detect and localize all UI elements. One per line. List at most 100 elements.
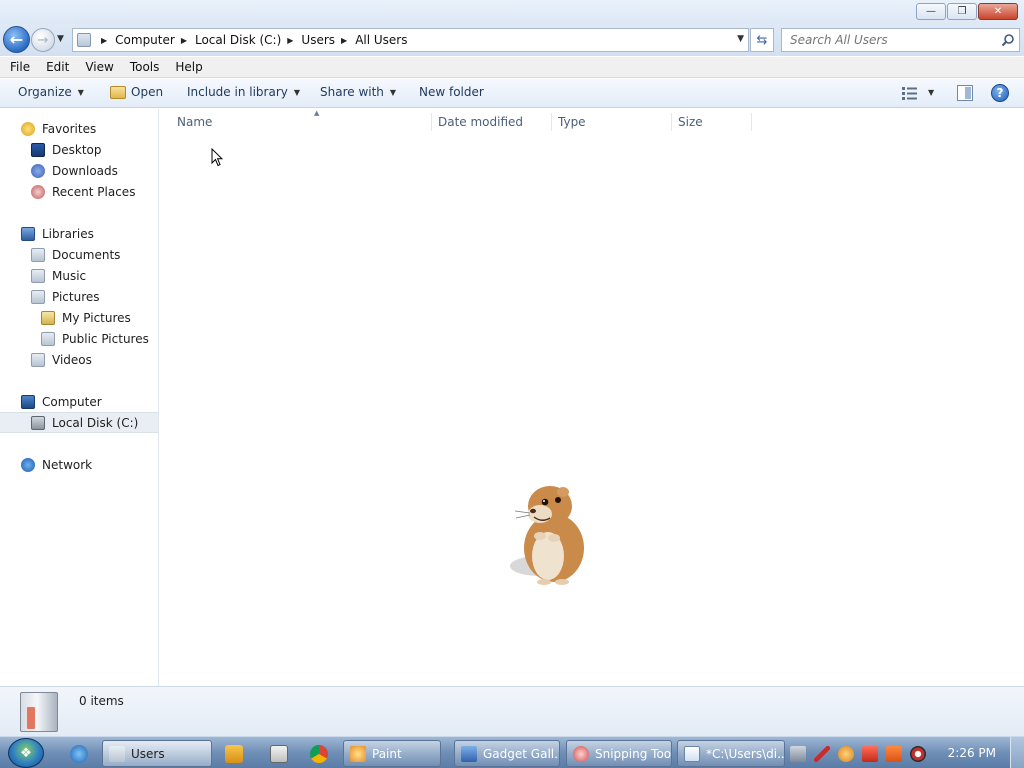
menu-edit[interactable]: Edit — [40, 60, 75, 74]
close-button[interactable]: ✕ — [978, 3, 1018, 20]
taskbar-users[interactable]: Users — [102, 740, 212, 767]
tray-volume-icon[interactable] — [910, 745, 926, 762]
open-button[interactable]: Open — [110, 85, 163, 99]
column-header-name[interactable]: Name ▲ — [177, 109, 432, 131]
taskbar-label: Paint — [372, 746, 402, 761]
videos-icon — [31, 352, 45, 367]
forward-button[interactable]: → — [31, 28, 55, 52]
menu-file[interactable]: File — [4, 60, 36, 74]
chevron-right-icon[interactable]: ▶ — [101, 36, 107, 45]
nav-label: Downloads — [52, 163, 118, 178]
show-desktop-button[interactable] — [1010, 737, 1024, 768]
nav-label: Desktop — [52, 142, 102, 157]
chevron-right-icon[interactable]: ▶ — [181, 36, 187, 45]
desktop-icon — [31, 142, 45, 157]
preview-pane-icon[interactable] — [957, 85, 973, 101]
minimize-button[interactable]: — — [916, 3, 946, 20]
chevron-right-icon[interactable]: ▶ — [341, 36, 347, 45]
nav-local-disk[interactable]: Local Disk (C:) — [0, 412, 158, 433]
menu-help[interactable]: Help — [169, 60, 208, 74]
folder-icon — [109, 745, 125, 762]
nav-favorites[interactable]: Favorites — [0, 118, 158, 139]
nav-label: Music — [52, 268, 87, 283]
nav-downloads[interactable]: Downloads — [0, 160, 158, 181]
nav-label: My Pictures — [62, 310, 131, 325]
nav-my-pictures[interactable]: My Pictures — [0, 307, 158, 328]
folder-icon — [77, 33, 91, 47]
nav-libraries[interactable]: Libraries — [0, 223, 158, 244]
nav-network[interactable]: Network — [0, 454, 158, 475]
tray-app-icon[interactable] — [790, 745, 806, 762]
breadcrumb-users[interactable]: Users — [301, 33, 335, 47]
refresh-icon: ⇆ — [756, 32, 768, 48]
breadcrumb-computer[interactable]: Computer — [115, 33, 175, 47]
taskbar-clock[interactable]: 2:26 PM — [948, 746, 996, 760]
music-icon — [31, 268, 45, 283]
hamster-gadget-image[interactable] — [500, 480, 592, 588]
taskbar-gadget-gallery[interactable]: Gadget Gall... — [454, 740, 560, 767]
column-header-size[interactable]: Size — [678, 113, 752, 131]
taskbar-label: Snipping Tool — [595, 746, 672, 761]
menu-view[interactable]: View — [79, 60, 119, 74]
downloads-icon — [31, 163, 45, 178]
chevron-down-icon: ▼ — [389, 87, 397, 97]
tray-check-icon[interactable] — [814, 745, 830, 762]
menu-tools[interactable]: Tools — [124, 60, 166, 74]
nav-public-pictures[interactable]: Public Pictures — [0, 328, 158, 349]
item-count: 0 items — [79, 694, 124, 708]
taskbar-label: *C:\Users\di... — [706, 746, 785, 761]
new-folder-button[interactable]: New folder — [419, 85, 484, 99]
breadcrumb-all-users[interactable]: All Users — [355, 33, 407, 47]
organize-button[interactable]: Organize ▼ — [18, 85, 84, 99]
search-icon[interactable] — [1001, 33, 1015, 47]
computer-icon — [21, 394, 35, 409]
view-options-dropdown-icon[interactable]: ▼ — [928, 88, 934, 97]
nav-computer[interactable]: Computer — [0, 391, 158, 412]
breadcrumb-local-disk[interactable]: Local Disk (C:) — [195, 33, 281, 47]
nav-label: Computer — [42, 394, 102, 409]
include-in-library-button[interactable]: Include in library ▼ — [187, 85, 300, 99]
taskbar-paint[interactable]: Paint — [343, 740, 441, 767]
search-box[interactable] — [781, 28, 1020, 52]
taskbar-notepad[interactable]: *C:\Users\di... — [677, 740, 785, 767]
nav-label: Recent Places — [52, 184, 136, 199]
start-button[interactable]: ❖ — [8, 738, 44, 768]
nav-documents[interactable]: Documents — [0, 244, 158, 265]
recent-pages-dropdown[interactable]: ▼ — [57, 34, 64, 44]
menu-bar: File Edit View Tools Help — [0, 57, 1024, 78]
address-row: ← → ▼ ▶ Computer ▶ Local Disk (C:) ▶ Use… — [0, 24, 1024, 56]
chrome-icon[interactable] — [310, 745, 328, 763]
nav-recent-places[interactable]: Recent Places — [0, 181, 158, 202]
windows-logo-icon: ❖ — [20, 745, 32, 761]
share-with-button[interactable]: Share with ▼ — [320, 85, 396, 99]
column-header-date-modified[interactable]: Date modified — [438, 113, 552, 131]
refresh-button[interactable]: ⇆ — [750, 28, 774, 52]
tray-flag-icon[interactable] — [862, 745, 878, 762]
back-button[interactable]: ← — [3, 26, 30, 53]
column-header-type[interactable]: Type — [558, 113, 672, 131]
address-dropdown-icon[interactable]: ▼ — [737, 34, 744, 44]
navigation-pane: Favorites Desktop Downloads Recent Place… — [0, 109, 159, 686]
column-header-label: Name — [177, 115, 213, 129]
window-controls: — ❐ ✕ — [916, 3, 1018, 20]
nav-music[interactable]: Music — [0, 265, 158, 286]
tray-search-icon[interactable] — [838, 745, 854, 762]
tray-monitor-icon[interactable] — [886, 745, 902, 762]
search-input[interactable] — [790, 33, 990, 47]
title-bar: — ❐ ✕ — [0, 0, 1024, 24]
help-icon[interactable]: ? — [991, 84, 1009, 102]
media-player-icon[interactable] — [225, 745, 243, 763]
calculator-icon[interactable] — [270, 745, 288, 763]
nav-pictures[interactable]: Pictures — [0, 286, 158, 307]
hard-disk-icon — [31, 415, 45, 430]
taskbar-snipping-tool[interactable]: Snipping Tool — [566, 740, 672, 767]
nav-desktop[interactable]: Desktop — [0, 139, 158, 160]
change-view-icon[interactable] — [902, 87, 918, 100]
nav-videos[interactable]: Videos — [0, 349, 158, 370]
chevron-right-icon[interactable]: ▶ — [287, 36, 293, 45]
internet-explorer-icon[interactable] — [70, 745, 88, 763]
address-bar[interactable]: ▶ Computer ▶ Local Disk (C:) ▶ Users ▶ A… — [72, 28, 749, 52]
file-list[interactable]: Name ▲ Date modified Type Size — [160, 109, 1024, 686]
maximize-button[interactable]: ❐ — [947, 3, 977, 20]
nav-label: Libraries — [42, 226, 94, 241]
